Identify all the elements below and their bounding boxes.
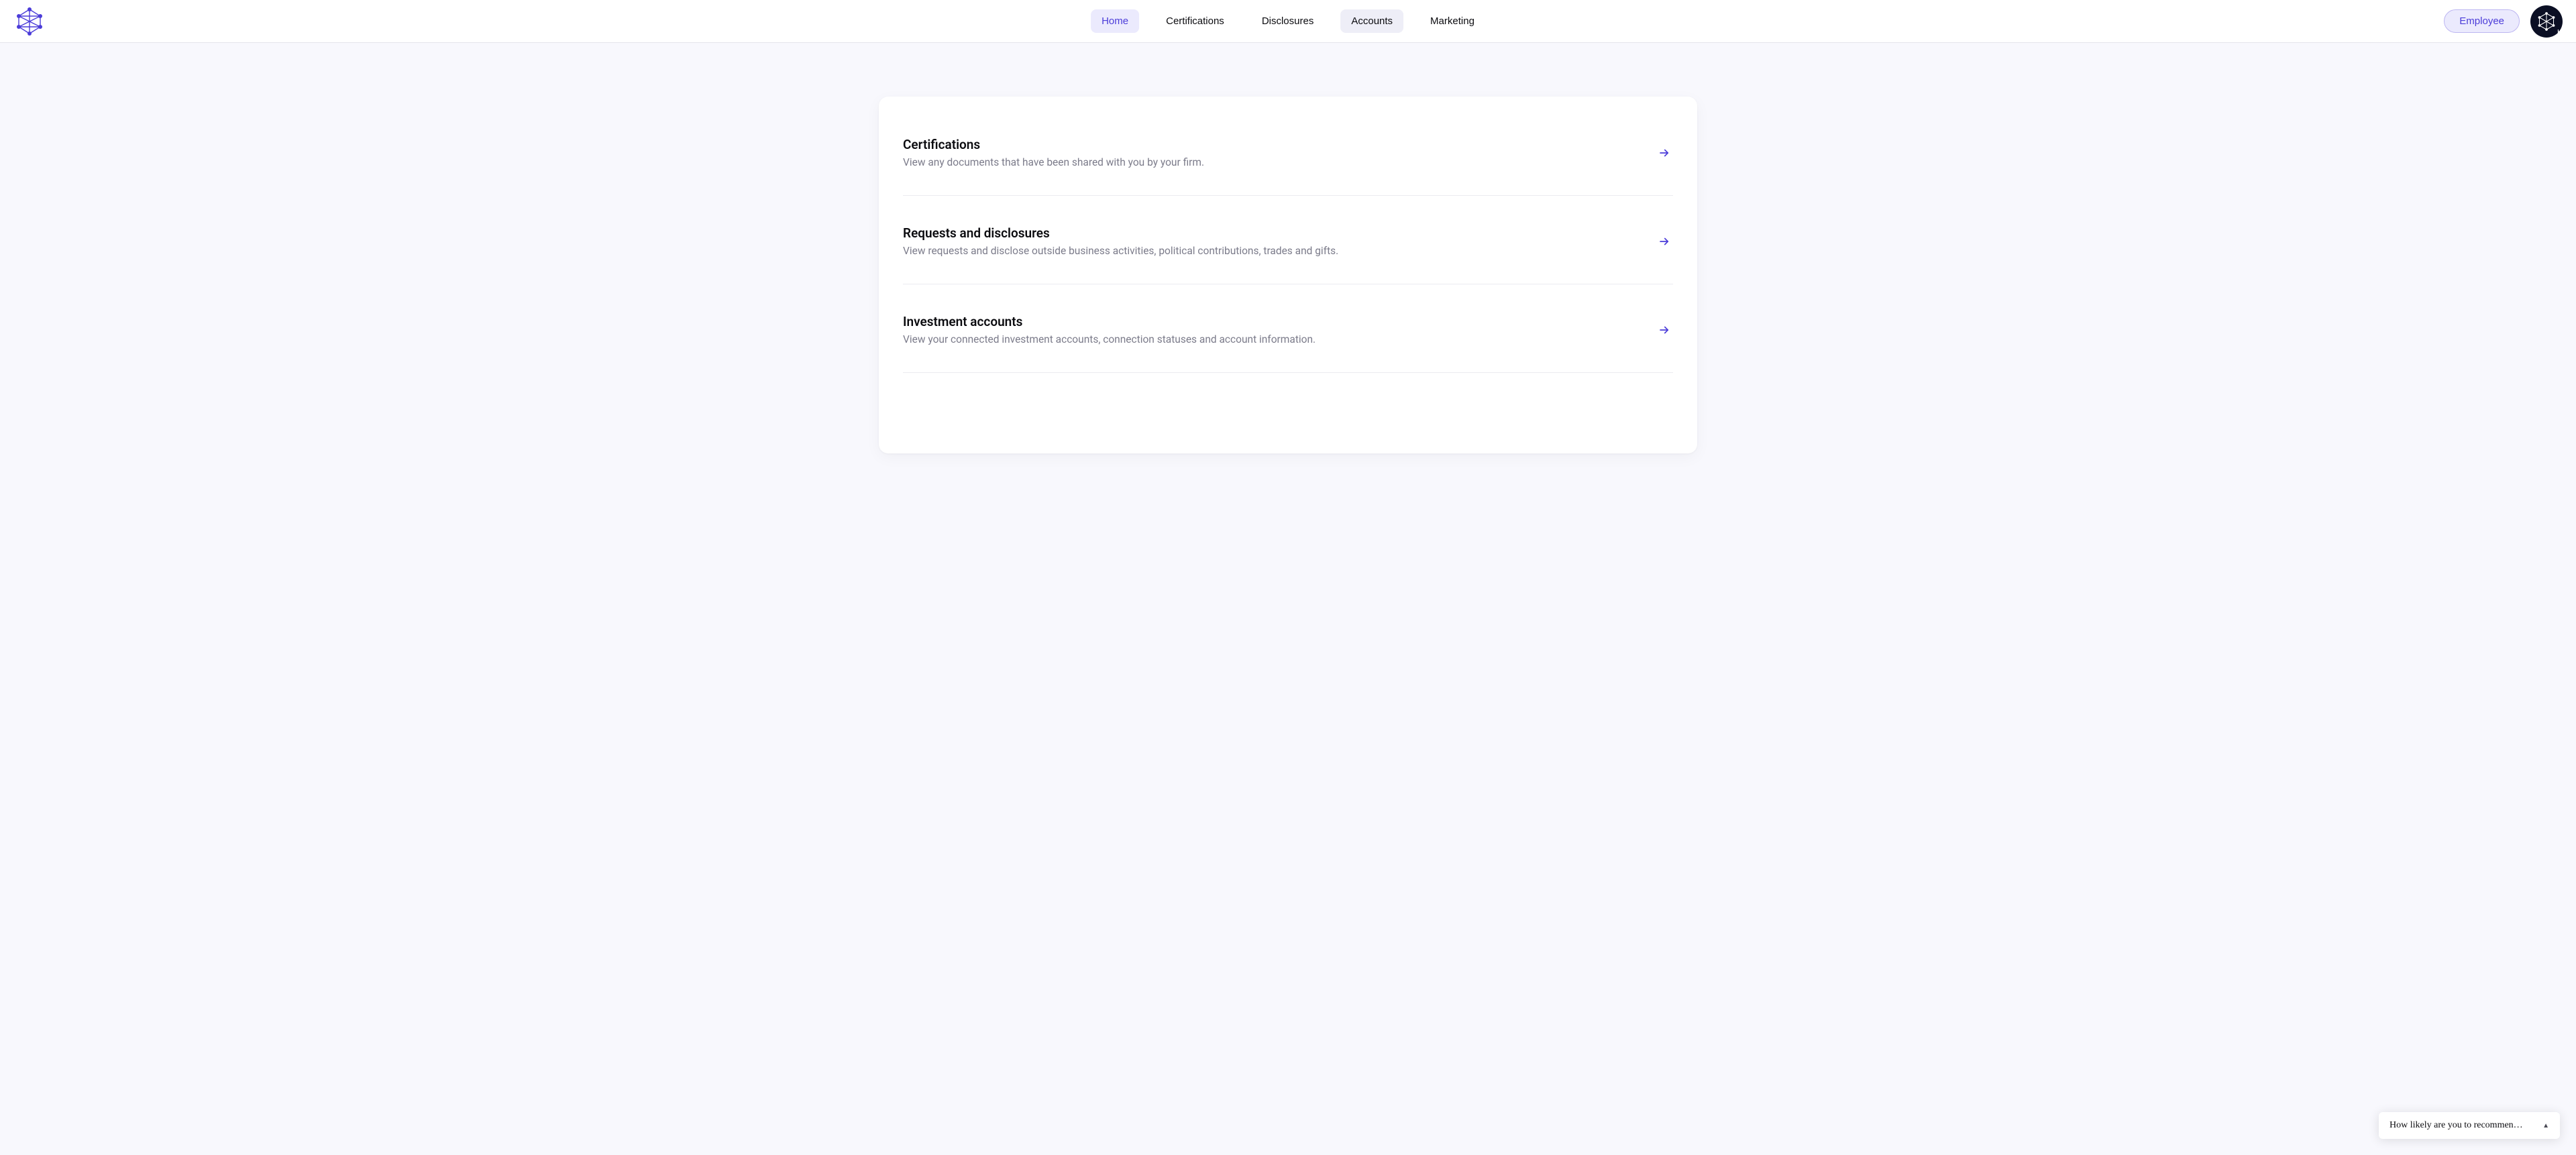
row-desc: View any documents that have been shared… <box>903 156 1658 168</box>
caret-up-icon: ▲ <box>2542 1122 2549 1130</box>
employee-button[interactable]: Employee <box>2444 9 2520 33</box>
nav-home[interactable]: Home <box>1091 9 1139 33</box>
row-requests-disclosures[interactable]: Requests and disclosures View requests a… <box>903 223 1673 284</box>
row-text: Requests and disclosures View requests a… <box>903 225 1658 257</box>
row-desc: View requests and disclose outside busin… <box>903 245 1658 257</box>
row-title: Investment accounts <box>903 314 1658 329</box>
row-desc: View your connected investment accounts,… <box>903 333 1658 345</box>
row-investment-accounts[interactable]: Investment accounts View your connected … <box>903 311 1673 373</box>
nav-accounts[interactable]: Accounts <box>1340 9 1403 33</box>
header-right: Employee H <box>2444 5 2563 38</box>
arrow-right-icon <box>1658 324 1673 336</box>
row-text: Certifications View any documents that h… <box>903 137 1658 168</box>
row-title: Requests and disclosures <box>903 225 1658 241</box>
row-certifications[interactable]: Certifications View any documents that h… <box>903 134 1673 196</box>
logo-icon <box>13 5 46 38</box>
home-card: Certifications View any documents that h… <box>879 97 1697 453</box>
nav-certifications[interactable]: Certifications <box>1155 9 1235 33</box>
logo[interactable] <box>13 5 46 38</box>
avatar[interactable]: H <box>2530 5 2563 38</box>
feedback-prompt: How likely are you to recommen… <box>2390 1120 2532 1131</box>
arrow-right-icon <box>1658 235 1673 248</box>
row-title: Certifications <box>903 137 1658 152</box>
nav-disclosures[interactable]: Disclosures <box>1251 9 1325 33</box>
main-content: Certifications View any documents that h… <box>0 43 2576 480</box>
avatar-icon <box>2534 9 2559 34</box>
nav-marketing[interactable]: Marketing <box>1419 9 1485 33</box>
arrow-right-icon <box>1658 147 1673 159</box>
header: Home Certifications Disclosures Accounts… <box>0 0 2576 43</box>
avatar-badge: H <box>2557 29 2561 35</box>
feedback-widget[interactable]: How likely are you to recommen… ▲ <box>2379 1112 2560 1139</box>
main-nav: Home Certifications Disclosures Accounts… <box>1091 9 1485 33</box>
row-text: Investment accounts View your connected … <box>903 314 1658 345</box>
